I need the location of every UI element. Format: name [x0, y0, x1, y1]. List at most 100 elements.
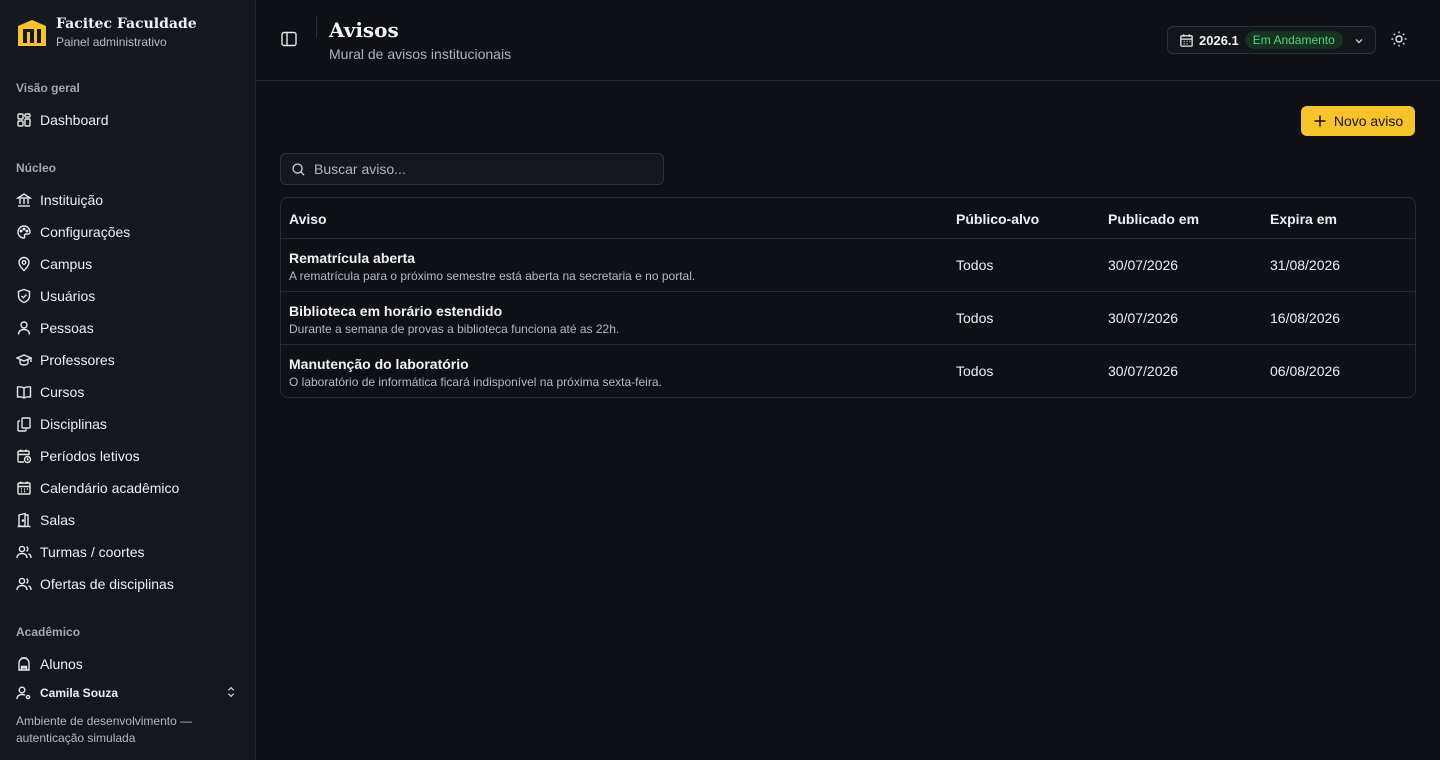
theme-toggle-button[interactable]	[1390, 30, 1410, 50]
grid-icon	[17, 113, 31, 127]
notice-expires: 06/08/2026	[1270, 363, 1341, 379]
notice-audience: Todos	[956, 310, 994, 326]
sidebar-item-label: Disciplinas	[40, 416, 107, 432]
notice-audience: Todos	[956, 257, 994, 273]
sidebar-item-label: Usuários	[40, 288, 96, 304]
sidebar-item-pessoas[interactable]: Pessoas	[8, 314, 248, 342]
notice-title: Manutenção do laboratório	[289, 356, 469, 372]
sidebar-item-disciplinas[interactable]: Disciplinas	[8, 410, 248, 438]
notice-published: 30/07/2026	[1108, 363, 1179, 379]
sidebar-item-label: Configurações	[40, 224, 131, 240]
sidebar-item-turmas-coortes[interactable]: Turmas / coortes	[8, 538, 248, 566]
search-icon	[292, 162, 305, 176]
period-select[interactable]: 2026.1 Em Andamento	[1167, 26, 1376, 54]
plus-icon	[1314, 115, 1326, 127]
status-badge: Em Andamento	[1244, 31, 1343, 49]
chevron-down-icon	[1355, 39, 1363, 44]
table-row[interactable]: Rematrícula aberta A rematrícula para o …	[281, 239, 1415, 292]
sidebar-item-instituicao[interactable]: Instituição	[8, 186, 248, 214]
chevrons-up-down-icon	[227, 686, 235, 698]
user-name: Camila Souza	[40, 686, 119, 700]
sidebar-item-label: Instituição	[40, 192, 104, 208]
column-header-publicado-em[interactable]: Publicado em	[1108, 211, 1199, 227]
notice-expires: 31/08/2026	[1270, 257, 1341, 273]
sidebar-item-label: Cursos	[40, 384, 85, 400]
door-icon	[17, 512, 31, 528]
sidebar-item-label: Pessoas	[40, 320, 94, 336]
sidebar-item-professores[interactable]: Professores	[8, 346, 248, 374]
files-icon	[17, 417, 31, 432]
search-input[interactable]	[314, 161, 654, 177]
sidebar-item-alunos[interactable]: Alunos	[8, 650, 248, 678]
notice-description: Durante a semana de provas a biblioteca …	[289, 322, 620, 336]
graduation-cap-icon	[16, 354, 32, 366]
page-subtitle: Mural de avisos institucionais	[329, 46, 512, 62]
user-menu[interactable]: Camila Souza	[16, 684, 240, 702]
table-header: Aviso Público-alvo Publicado em Expira e…	[281, 198, 1415, 239]
notice-expires: 16/08/2026	[1270, 310, 1341, 326]
notice-title: Rematrícula aberta	[289, 250, 416, 266]
page-title: Avisos	[329, 18, 399, 42]
shield-icon	[17, 288, 31, 304]
notice-published: 30/07/2026	[1108, 257, 1179, 273]
new-notice-button[interactable]: Novo aviso	[1301, 106, 1415, 136]
user-icon	[17, 321, 31, 335]
facitec-logo-icon	[18, 20, 46, 46]
panel-left-icon	[281, 31, 297, 47]
palette-icon	[17, 225, 31, 239]
notices-table: Aviso Público-alvo Publicado em Expira e…	[280, 197, 1416, 398]
notice-published: 30/07/2026	[1108, 310, 1179, 326]
sidebar-item-usuarios[interactable]: Usuários	[8, 282, 248, 310]
notice-audience: Todos	[956, 363, 994, 379]
sidebar-item-ofertas-de-disciplinas[interactable]: Ofertas de disciplinas	[8, 570, 248, 598]
column-header-expira-em[interactable]: Expira em	[1270, 211, 1337, 227]
brand-subtitle: Painel administrativo	[56, 35, 167, 49]
sidebar-item-dashboard[interactable]: Dashboard	[8, 106, 248, 134]
calendar-icon	[17, 481, 31, 495]
user-cog-icon	[16, 686, 31, 700]
brand-title: Facitec Faculdade	[56, 16, 197, 32]
search-box[interactable]	[280, 153, 664, 185]
users-icon	[16, 545, 32, 559]
sidebar-item-label: Campus	[40, 256, 93, 272]
sidebar-item-label: Dashboard	[40, 112, 109, 128]
sun-icon	[1391, 31, 1407, 47]
sidebar-item-periodos-letivos[interactable]: Períodos letivos	[8, 442, 248, 470]
bank-icon	[16, 193, 32, 207]
sidebar-item-salas[interactable]: Salas	[8, 506, 248, 534]
notice-description: O laboratório de informática ficará indi…	[289, 375, 662, 389]
users-icon	[16, 577, 32, 591]
sidebar: Facitec Faculdade Painel administrativo …	[0, 0, 256, 760]
book-open-icon	[16, 386, 32, 399]
section-label-visao-geral: Visão geral	[16, 81, 80, 95]
backpack-icon	[18, 657, 30, 671]
topbar-divider	[316, 16, 317, 38]
brand[interactable]: Facitec Faculdade Painel administrativo	[16, 16, 197, 50]
topbar: Avisos Mural de avisos institucionais 20…	[256, 0, 1440, 81]
environment-note: Ambiente de desenvolvimento — autenticaç…	[16, 714, 193, 745]
sidebar-item-label: Ofertas de disciplinas	[40, 576, 174, 592]
sidebar-item-configuracoes[interactable]: Configurações	[8, 218, 248, 246]
section-label-academico: Acadêmico	[16, 625, 81, 639]
sidebar-item-label: Períodos letivos	[40, 448, 140, 464]
notice-title: Biblioteca em horário estendido	[289, 303, 503, 319]
sidebar-item-label: Turmas / coortes	[40, 544, 145, 560]
sidebar-item-calendario-academico[interactable]: Calendário acadêmico	[8, 474, 248, 502]
sidebar-item-label: Alunos	[40, 656, 83, 672]
column-header-aviso[interactable]: Aviso	[289, 211, 327, 227]
notice-description: A rematrícula para o próximo semestre es…	[289, 269, 696, 283]
table-row[interactable]: Biblioteca em horário estendido Durante …	[281, 292, 1415, 345]
sidebar-item-cursos[interactable]: Cursos	[8, 378, 248, 406]
sidebar-item-campus[interactable]: Campus	[8, 250, 248, 278]
column-header-publico-alvo[interactable]: Público-alvo	[956, 211, 1039, 227]
new-notice-label: Novo aviso	[1333, 113, 1404, 129]
section-label-nucleo: Núcleo	[16, 161, 57, 175]
sidebar-toggle-button[interactable]	[280, 30, 300, 50]
sidebar-item-label: Professores	[40, 352, 115, 368]
sidebar-item-label: Calendário acadêmico	[40, 480, 180, 496]
map-pin-icon	[18, 256, 30, 272]
table-row[interactable]: Manutenção do laboratório O laboratório …	[281, 345, 1415, 397]
calendar-clock-icon	[17, 449, 32, 464]
sidebar-item-label: Salas	[40, 512, 76, 528]
calendar-icon	[1180, 33, 1193, 47]
